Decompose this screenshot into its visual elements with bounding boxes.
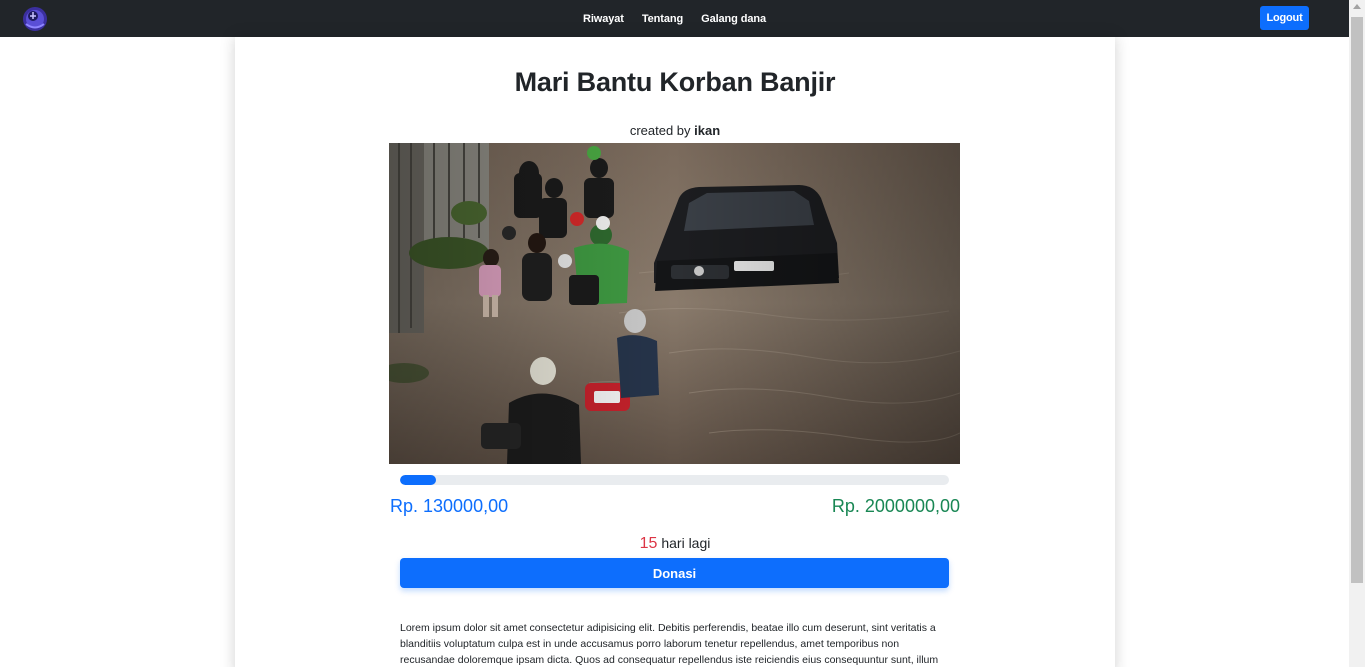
donation-progress-fill — [400, 475, 436, 485]
logout-button[interactable]: Logout — [1260, 6, 1309, 30]
campaign-image — [389, 143, 960, 464]
amount-raised: Rp. 130000,00 — [390, 496, 509, 516]
campaign-title: Mari Bantu Korban Banjir — [514, 67, 836, 97]
days-left-number: 15 — [639, 535, 658, 552]
scroll-up-arrow-icon[interactable] — [1353, 4, 1361, 9]
days-remaining: 15 hari lagi — [235, 535, 1115, 553]
scroll-thumb[interactable] — [1351, 17, 1363, 583]
page-scrollbar[interactable] — [1349, 0, 1365, 667]
amount-target: Rp. 2000000,00 — [831, 496, 960, 516]
nav-link-tentang[interactable]: Tentang — [642, 13, 683, 25]
flood-photo — [389, 143, 960, 464]
navbar: Riwayat Tentang Galang dana Logout — [0, 0, 1365, 37]
days-left-label: hari lagi — [661, 535, 711, 551]
creator-name: ikan — [694, 123, 721, 138]
nav-link-galang-dana[interactable]: Galang dana — [701, 13, 766, 25]
campaign-description: Lorem ipsum dolor sit amet consectetur a… — [400, 622, 939, 666]
donation-progress-bar — [400, 475, 949, 485]
nav-links: Riwayat Tentang Galang dana — [0, 0, 1349, 37]
created-by-prefix: created by — [629, 123, 691, 138]
nav-link-riwayat[interactable]: Riwayat — [583, 13, 624, 25]
created-by: created by ikan — [235, 123, 1115, 138]
donate-button[interactable]: Donasi — [400, 558, 949, 588]
